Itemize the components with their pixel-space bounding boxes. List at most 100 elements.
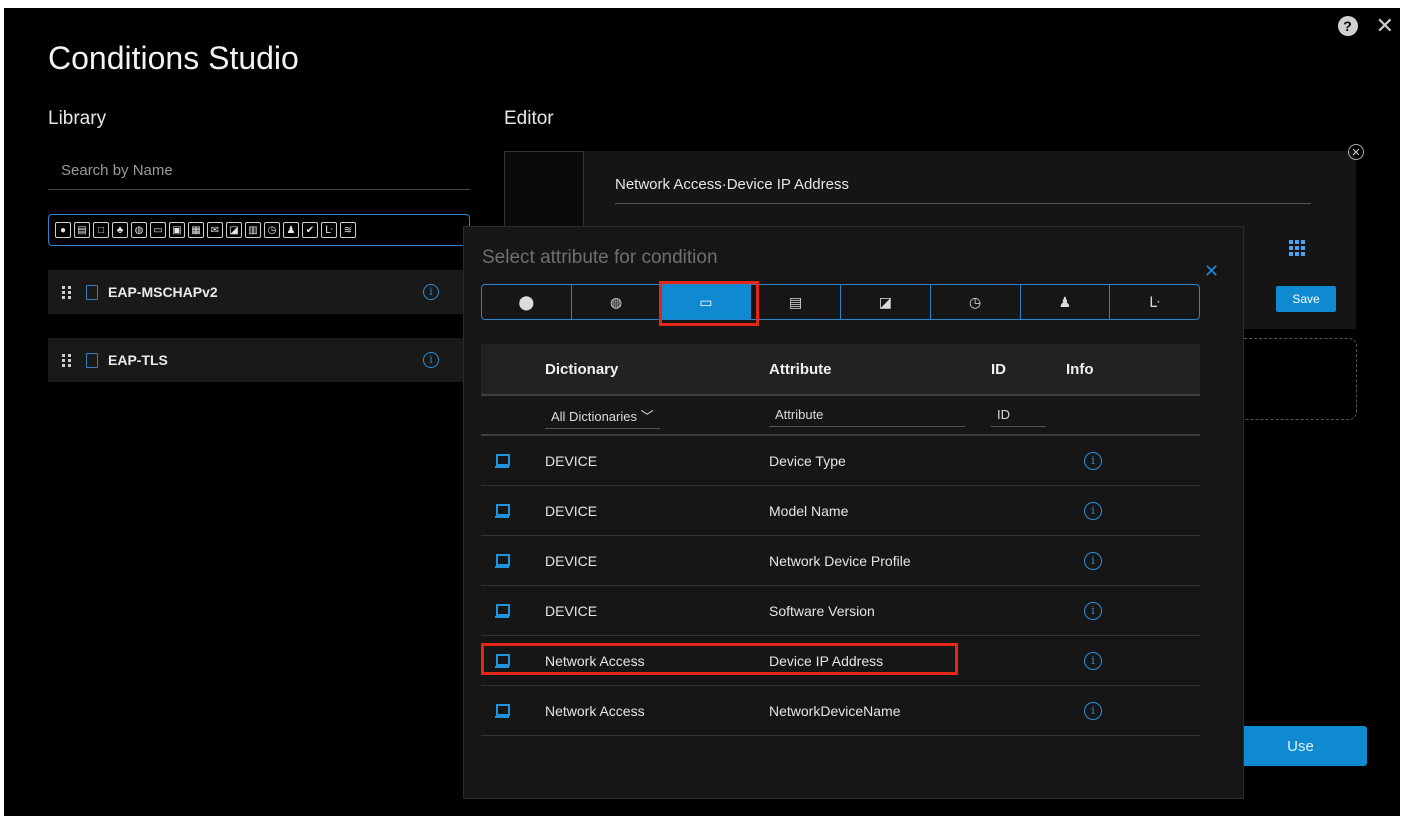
info-icon[interactable]: i xyxy=(1084,601,1102,620)
square-icon[interactable]: □ xyxy=(93,222,109,238)
location-icon[interactable]: ● xyxy=(55,222,71,238)
mail-icon: ▤ xyxy=(789,293,803,310)
tab-tree-icon[interactable]: ᒷ xyxy=(1110,285,1199,319)
table-header: Dictionary Attribute ID Info xyxy=(481,344,1200,396)
info-icon[interactable]: i xyxy=(1084,551,1102,570)
dictionary-filter-select[interactable]: All Dictionaries ﹀ xyxy=(545,404,660,429)
close-icon[interactable]: ✕ xyxy=(1376,15,1394,37)
user-icon: ♟ xyxy=(1058,293,1072,310)
check-icon[interactable]: ✔ xyxy=(302,222,318,238)
device-icon xyxy=(495,553,510,568)
monitor-icon[interactable]: ▣ xyxy=(169,222,185,238)
tab-globe-icon[interactable]: ◍ xyxy=(572,285,662,319)
wifi-icon[interactable]: ≋ xyxy=(340,222,356,238)
table-row[interactable]: DEVICE Network Device Profile i xyxy=(481,536,1200,586)
drag-handle-icon[interactable] xyxy=(62,285,74,299)
column-info: Info xyxy=(1066,360,1094,378)
device-icon xyxy=(495,503,510,518)
globe-icon: ◍ xyxy=(610,293,623,310)
help-icon[interactable]: ? xyxy=(1337,16,1358,36)
clock-icon: ◷ xyxy=(969,293,982,310)
drag-handle-icon[interactable] xyxy=(62,353,74,367)
column-dictionary[interactable]: Dictionary xyxy=(545,361,769,378)
editor-attribute-field[interactable]: Network Access·Device IP Address xyxy=(615,176,1311,204)
table-row[interactable]: DEVICE Device Type i xyxy=(481,436,1200,486)
group-icon[interactable]: ♣ xyxy=(112,222,128,238)
phone-icon[interactable]: ◪ xyxy=(226,222,242,238)
info-icon[interactable]: i xyxy=(1084,701,1102,720)
table-body: DEVICE Device Type i DEVICE Model Name i DEVIC… xyxy=(481,436,1200,736)
library-label: Library xyxy=(48,108,107,129)
editor-operator-box[interactable] xyxy=(504,151,584,231)
highlight-box xyxy=(481,643,958,675)
page-title: Conditions Studio xyxy=(48,40,299,76)
form-icon[interactable]: ▤ xyxy=(74,222,90,238)
info-icon[interactable]: i xyxy=(1084,651,1102,670)
column-attribute[interactable]: Attribute xyxy=(769,361,991,378)
chevron-down-icon: ﹀ xyxy=(640,408,654,424)
tab-location-icon[interactable]: ⬤ xyxy=(482,285,572,319)
table-row[interactable]: DEVICE Software Version i xyxy=(481,586,1200,636)
tree-icon[interactable]: ᒷ xyxy=(321,222,337,238)
filter-row: All Dictionaries ﹀ Attribute ID xyxy=(481,396,1200,436)
mail-icon[interactable]: ✉ xyxy=(207,222,223,238)
device-icon xyxy=(495,603,510,618)
tab-clock-icon[interactable]: ◷ xyxy=(931,285,1021,319)
table-row[interactable]: DEVICE Model Name i xyxy=(481,486,1200,536)
editor-close-icon[interactable]: ✕ xyxy=(1348,144,1364,160)
info-icon[interactable]: i xyxy=(423,284,439,300)
device-icon xyxy=(495,453,510,468)
column-id[interactable]: ID xyxy=(991,361,1066,378)
attribute-filter-input[interactable]: Attribute xyxy=(769,403,965,427)
library-item-label: EAP-TLS xyxy=(108,352,168,368)
phone-icon: ◪ xyxy=(878,293,892,310)
library-item-eap-tls[interactable]: EAP-TLS i xyxy=(48,338,473,382)
row-dictionary: DEVICE xyxy=(545,602,598,619)
tab-user-icon[interactable]: ♟ xyxy=(1021,285,1111,319)
tree-icon: ᒷ xyxy=(1149,293,1160,310)
info-icon[interactable]: i xyxy=(423,352,439,368)
row-dictionary: DEVICE xyxy=(545,552,598,569)
building-icon[interactable]: ▥ xyxy=(245,222,261,238)
grid-icon[interactable] xyxy=(1289,240,1305,256)
user-icon[interactable]: ♟ xyxy=(283,222,299,238)
attribute-category-tabs: ⬤ ◍ ▭ ▤ ◪ ◷ ♟ ᒷ xyxy=(481,284,1200,320)
row-dictionary: DEVICE xyxy=(545,502,598,519)
id-filter-input[interactable]: ID xyxy=(991,403,1046,427)
library-item-label: EAP-MSCHAPv2 xyxy=(108,284,218,300)
conditions-studio-window: ? ✕ Conditions Studio Library Editor Sea… xyxy=(4,8,1400,816)
save-button[interactable]: Save xyxy=(1276,286,1336,312)
library-item-eap-mschapv2[interactable]: EAP-MSCHAPv2 i xyxy=(48,270,473,314)
document-icon xyxy=(86,352,98,368)
drop-zone[interactable] xyxy=(1239,338,1357,420)
row-attribute: Network Device Profile xyxy=(769,552,911,569)
device-icon xyxy=(495,703,510,718)
location-icon: ⬤ xyxy=(518,293,535,310)
attribute-table: Dictionary Attribute ID Info All Diction… xyxy=(481,344,1200,736)
window-controls: ? ✕ xyxy=(1337,15,1394,37)
tab-mail-icon[interactable]: ▤ xyxy=(751,285,841,319)
dictionary-filter-label: All Dictionaries xyxy=(551,408,637,424)
row-attribute: Device Type xyxy=(769,452,846,469)
select-attribute-modal: Select attribute for condition ✕ ⬤ ◍ ▭ ▤ ◪ ◷ ♟… xyxy=(463,226,1244,799)
tab-phone-icon[interactable]: ◪ xyxy=(841,285,931,319)
row-attribute: NetworkDeviceName xyxy=(769,702,901,719)
library-filter-icons: ● ▤ □ ♣ ◍ ▭ ▣ ▦ ✉ ◪ ▥ ◷ ♟ ✔ ᒷ ≋ xyxy=(48,214,470,246)
row-dictionary: Network Access xyxy=(545,702,645,719)
modal-close-icon[interactable]: ✕ xyxy=(1204,261,1219,282)
modal-title: Select attribute for condition xyxy=(482,247,718,268)
editor-label: Editor xyxy=(504,108,554,129)
document-icon xyxy=(86,284,98,300)
clock-icon[interactable]: ◷ xyxy=(264,222,280,238)
use-button[interactable]: Use xyxy=(1234,726,1367,766)
device-icon[interactable]: ▭ xyxy=(150,222,166,238)
table-row[interactable]: Network Access NetworkDeviceName i xyxy=(481,686,1200,736)
library-search-input[interactable]: Search by Name xyxy=(48,156,470,190)
row-attribute: Software Version xyxy=(769,602,875,619)
device-alt-icon[interactable]: ▦ xyxy=(188,222,204,238)
highlight-box xyxy=(659,281,759,326)
row-dictionary: DEVICE xyxy=(545,452,598,469)
info-icon[interactable]: i xyxy=(1084,501,1102,520)
info-icon[interactable]: i xyxy=(1084,451,1102,470)
globe-icon[interactable]: ◍ xyxy=(131,222,147,238)
